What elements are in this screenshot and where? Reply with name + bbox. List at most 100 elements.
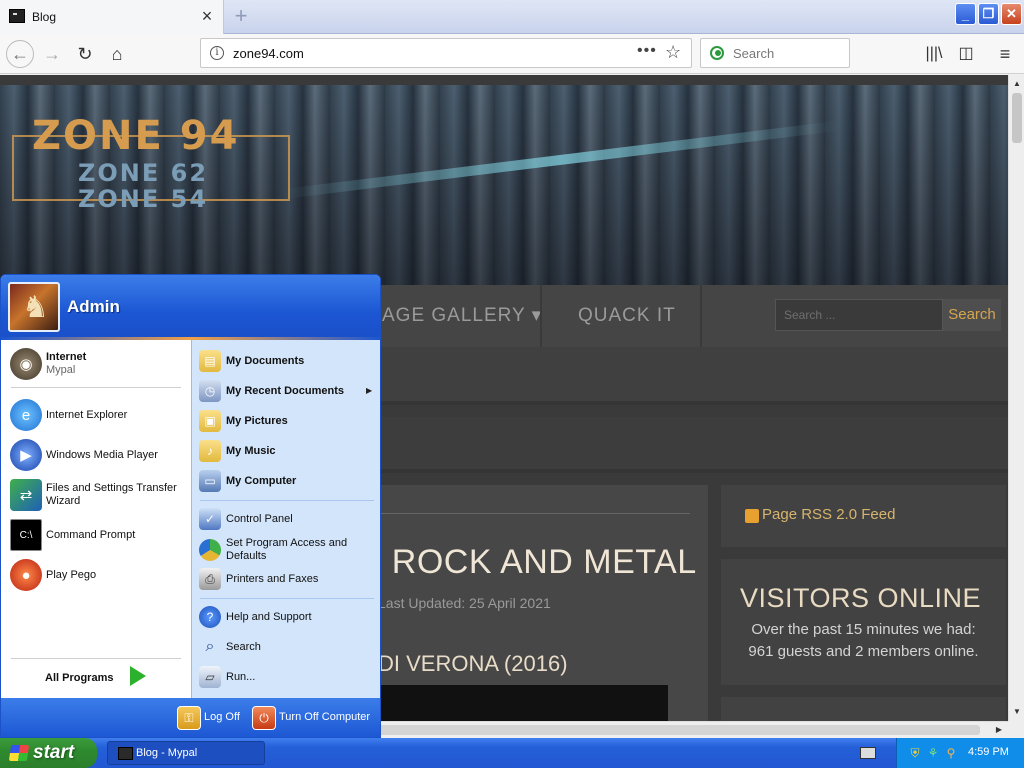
minimize-button[interactable]: _ [955, 3, 976, 25]
site-search-button[interactable]: Search [943, 299, 1001, 331]
visitors-line-1: Over the past 15 minutes we had: [751, 621, 976, 638]
site-logo-main[interactable]: ZONE 94 [32, 113, 239, 159]
start-menu-places: ▤ My Documents ◷ My Recent Documents ▶ ▣… [191, 340, 380, 698]
program-command-prompt[interactable]: C:\ Command Prompt [1, 519, 135, 551]
place-label-line1: Set Program Access and [226, 537, 348, 549]
browser-search-bar[interactable]: Search [700, 38, 850, 68]
vertical-scrollbar[interactable]: ▲ ▼ [1008, 75, 1024, 721]
power-icon[interactable]: ⏻ [252, 706, 276, 730]
security-shield-icon[interactable]: ⛨ [907, 745, 923, 761]
taskbar-button-blog[interactable]: Blog - Mypal [107, 741, 265, 765]
computer-icon: ▭ [199, 470, 221, 492]
sidebar-icon[interactable]: ◫ [954, 42, 978, 66]
menu-divider [540, 285, 542, 347]
program-play-pego[interactable]: ● Play Pego [1, 559, 96, 591]
scrollbar-corner [1008, 721, 1024, 737]
place-my-computer[interactable]: ▭ My Computer [192, 470, 296, 492]
transfer-wizard-icon: ⇄ [10, 479, 42, 511]
place-search[interactable]: ⌕ Search [192, 636, 261, 658]
bookmark-star-icon[interactable]: ☆ [665, 42, 681, 63]
scroll-down-icon[interactable]: ▼ [1010, 705, 1024, 719]
folder-music-icon: ♪ [199, 440, 221, 462]
place-label: Printers and Faxes [226, 572, 319, 585]
menu-separator [200, 500, 374, 501]
program-windows-media-player[interactable]: ▶ Windows Media Player [1, 439, 158, 471]
rss-icon [745, 509, 759, 523]
start-menu-footer: ⚿ Log Off ⏻ Turn Off Computer [1, 698, 380, 737]
terminal-favicon-icon [118, 747, 133, 760]
home-icon[interactable]: ⌂ [105, 42, 129, 66]
keyboard-icon[interactable] [860, 747, 876, 759]
pinned-internet-mypal[interactable]: ◉ Internet Mypal [1, 348, 86, 380]
reload-icon[interactable]: ↻ [73, 42, 97, 66]
scroll-up-icon[interactable]: ▲ [1010, 77, 1024, 91]
network-icon[interactable]: ⚘ [925, 745, 941, 761]
windows-flag-icon [8, 745, 30, 761]
search-tray-icon[interactable]: ⚲ [943, 745, 959, 761]
page-actions-icon[interactable]: ••• [637, 42, 657, 60]
browser-titlebar: Blog × + _ ❐ ✕ [0, 0, 1024, 34]
rss-feed-box: Page RSS 2.0 Feed [721, 485, 1006, 547]
library-icon[interactable]: |||\ [922, 42, 946, 66]
article-column: - ROCK AND METAL Last Updated: 25 April … [370, 485, 708, 721]
place-control-panel[interactable]: ✓ Control Panel [192, 508, 293, 530]
all-programs-button[interactable]: All Programs [45, 672, 113, 684]
program-transfer-wizard[interactable]: ⇄ Files and Settings Transfer Wizard [1, 479, 177, 511]
start-button[interactable]: start [0, 738, 97, 768]
user-avatar-chess-icon [8, 282, 60, 332]
place-program-access[interactable]: Set Program Access and Defaults [192, 537, 347, 563]
program-internet-explorer[interactable]: e Internet Explorer [1, 399, 127, 431]
control-panel-icon: ✓ [199, 508, 221, 530]
menu-separator [11, 387, 181, 388]
site-search-input[interactable]: Search ... [775, 299, 943, 331]
log-off-button[interactable]: Log Off [204, 711, 240, 723]
new-tab-button[interactable]: + [231, 4, 251, 28]
search-icon: ⌕ [205, 638, 215, 655]
tab-close-icon[interactable]: × [199, 7, 215, 25]
site-logo-sub1: ZONE 62 [78, 159, 209, 187]
back-arrow-icon[interactable]: ← [6, 40, 34, 68]
rss-link[interactable]: Page RSS 2.0 Feed [762, 506, 895, 523]
program-label: Windows Media Player [46, 448, 158, 461]
navigation-toolbar: ← → ↻ ⌂ i zone94.com ••• ☆ Search |||\ ◫… [0, 34, 1024, 74]
raccoon-icon: ◉ [10, 348, 42, 380]
place-help-support[interactable]: ? Help and Support [192, 606, 312, 628]
taskbar-button-label: Blog - Mypal [136, 747, 198, 759]
place-label: Run... [226, 670, 256, 683]
program-label: Play Pego [46, 568, 97, 581]
menu-item-quack-it[interactable]: QUACK IT [562, 285, 692, 347]
browser-tab-blog[interactable]: Blog × [0, 0, 224, 34]
place-printers-faxes[interactable]: ⎙ Printers and Faxes [192, 568, 318, 590]
all-programs-arrow-icon[interactable] [130, 666, 146, 686]
vertical-scroll-thumb[interactable] [1012, 93, 1022, 143]
place-label: Control Panel [226, 512, 293, 525]
start-menu-header: Admin [1, 275, 380, 340]
scroll-right-icon[interactable]: ▶ [992, 723, 1006, 737]
site-logo-sub2: ZONE 54 [78, 185, 209, 213]
program-access-icon [199, 539, 221, 561]
site-search-placeholder: Search ... [784, 308, 836, 322]
log-off-key-icon[interactable]: ⚿ [177, 706, 201, 730]
url-text[interactable]: zone94.com [233, 46, 304, 61]
forward-arrow-icon[interactable]: → [40, 42, 64, 66]
place-my-pictures[interactable]: ▣ My Pictures [192, 410, 288, 432]
media-player-icon: ▶ [10, 439, 42, 471]
folder-documents-icon: ▤ [199, 350, 221, 372]
restore-button[interactable]: ❐ [978, 3, 999, 25]
article-title[interactable]: - ROCK AND METAL [370, 543, 697, 582]
place-my-music[interactable]: ♪ My Music [192, 440, 276, 462]
hamburger-menu-icon[interactable]: ≡ [993, 42, 1017, 66]
turn-off-computer-button[interactable]: Turn Off Computer [279, 711, 370, 723]
menu-separator [200, 598, 374, 599]
place-run[interactable]: ▱ Run... [192, 666, 255, 688]
place-my-recent-documents[interactable]: ◷ My Recent Documents ▶ [192, 380, 380, 402]
browser-search-placeholder[interactable]: Search [733, 46, 774, 61]
url-bar[interactable]: i zone94.com ••• ☆ [200, 38, 692, 68]
place-label-line2: Defaults [226, 550, 267, 562]
clock[interactable]: 4:59 PM [968, 746, 1009, 758]
menu-item-image-gallery[interactable]: AGE GALLERY ▾ [366, 285, 558, 347]
place-my-documents[interactable]: ▤ My Documents [192, 350, 304, 372]
terminal-favicon-icon [9, 9, 25, 23]
close-window-button[interactable]: ✕ [1001, 3, 1022, 25]
site-info-icon[interactable]: i [210, 46, 224, 60]
